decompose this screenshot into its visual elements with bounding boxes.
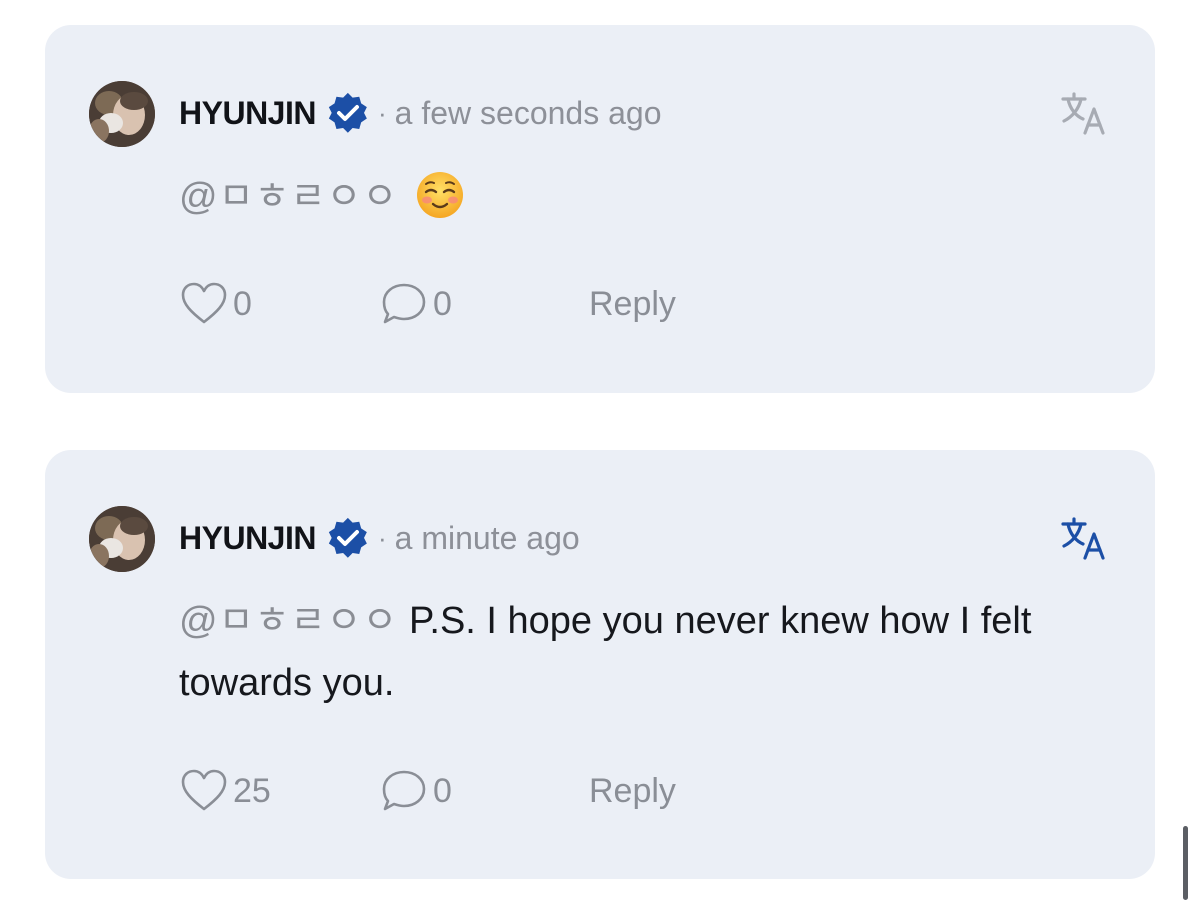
comment-count-button[interactable]: 0 [379,279,589,329]
timestamp: a minute ago [394,519,580,556]
avatar[interactable] [89,506,155,572]
speech-bubble-icon [379,279,429,329]
verified-badge-icon [326,516,370,560]
like-button[interactable]: 0 [179,279,379,329]
username[interactable]: HYUNJIN [179,95,316,132]
like-count: 25 [233,771,271,810]
translate-icon[interactable] [1059,514,1107,562]
scrollbar[interactable] [1183,826,1188,900]
mention[interactable]: @ㅁㅎㄹㅇㅇ [179,600,398,642]
separator-dot: · [377,522,387,553]
comment-count: 0 [433,771,452,810]
comment-actions: 0 0 Reply [179,279,676,329]
avatar[interactable] [89,81,155,147]
comment-card: HYUNJIN · a minute ago @ㅁㅎㄹㅇㅇ P.S. I hop… [45,450,1155,879]
verified-badge-icon [326,91,370,135]
reply-button[interactable]: Reply [589,772,676,811]
mention[interactable]: @ㅁㅎㄹㅇㅇ [179,176,398,218]
like-button[interactable]: 25 [179,766,379,816]
comment-body: @ㅁㅎㄹㅇㅇ [179,166,1119,228]
comment-count: 0 [433,284,452,323]
speech-bubble-icon [379,766,429,816]
comment-thread: HYUNJIN · a few seconds ago @ㅁㅎㄹㅇㅇ 0 0 R… [0,0,1200,908]
translate-icon[interactable] [1059,89,1107,137]
heart-outline-icon [179,279,229,329]
heart-outline-icon [179,766,229,816]
comment-card: HYUNJIN · a few seconds ago @ㅁㅎㄹㅇㅇ 0 0 R… [45,25,1155,393]
comment-header: HYUNJIN · a minute ago [179,516,580,560]
comment-body: @ㅁㅎㄹㅇㅇ P.S. I hope you never knew how I … [179,590,1119,714]
separator-dot: · [377,97,387,128]
comment-actions: 25 0 Reply [179,766,676,816]
comment-count-button[interactable]: 0 [379,766,589,816]
smiling-face-emoji [415,170,465,220]
reply-button[interactable]: Reply [589,285,676,324]
timestamp: a few seconds ago [394,94,662,131]
comment-header: HYUNJIN · a few seconds ago [179,91,661,135]
like-count: 0 [233,284,252,323]
username[interactable]: HYUNJIN [179,520,316,557]
